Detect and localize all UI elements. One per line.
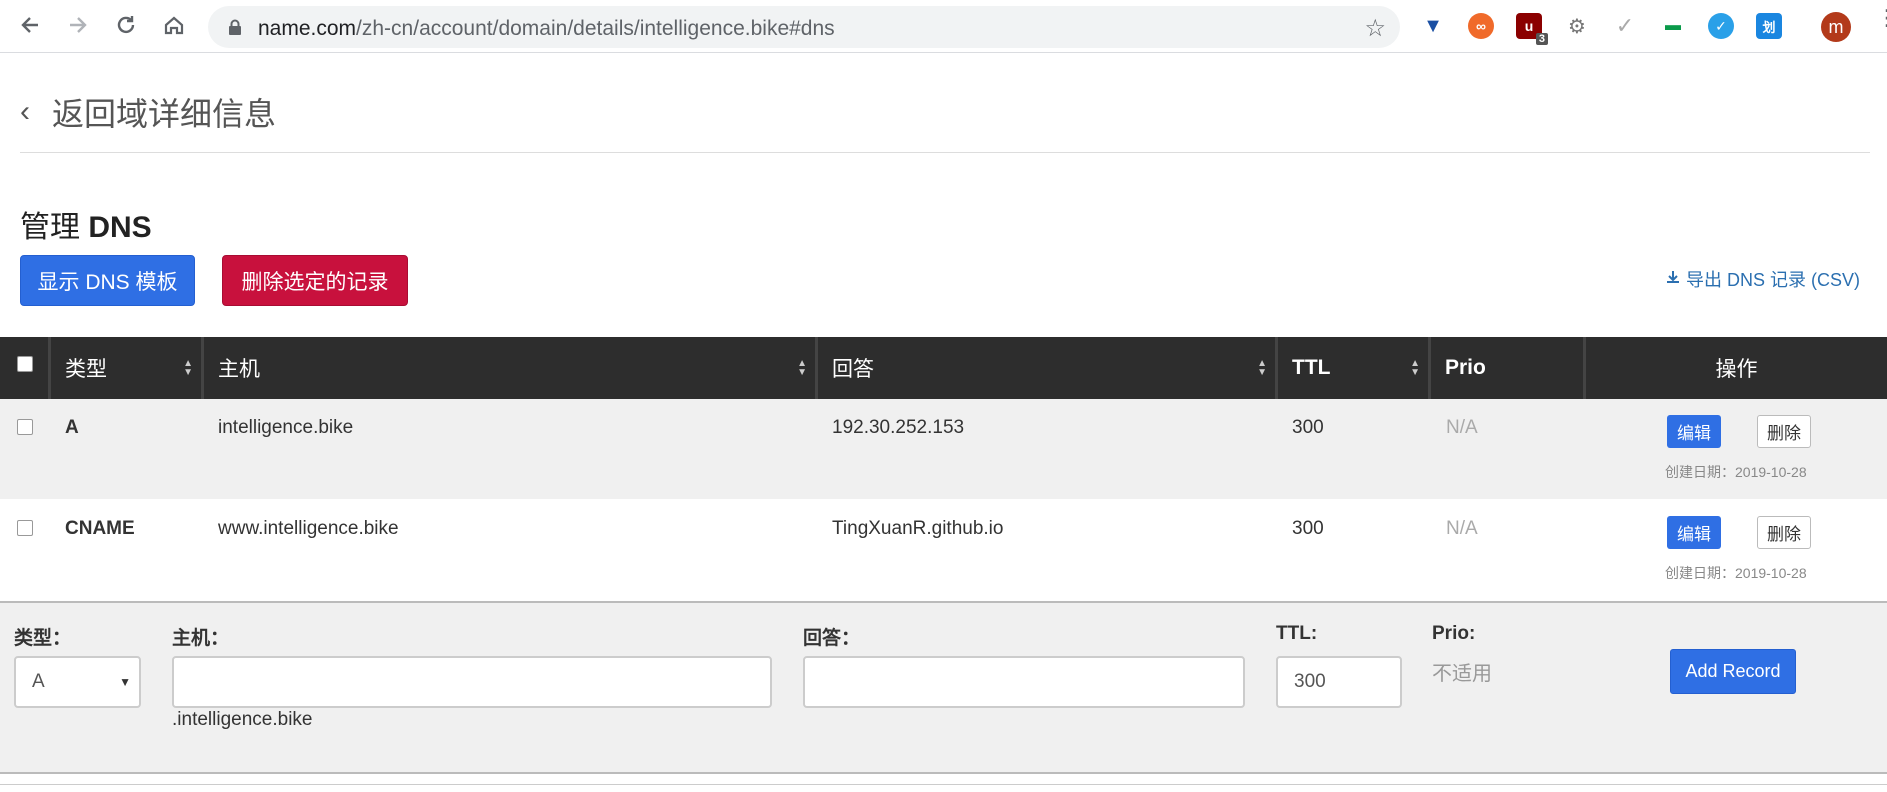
browser-toolbar: name.com/zh-cn/account/domain/details/in… bbox=[0, 0, 1887, 53]
host-label: 主机： bbox=[172, 628, 230, 649]
record-prio: N/A bbox=[1446, 518, 1478, 539]
type-select[interactable]: A ▼ bbox=[14, 656, 141, 708]
header-prio: Prio bbox=[1431, 337, 1586, 399]
sort-icon: ▲ ▼ bbox=[1257, 358, 1267, 378]
ttl-input[interactable]: 300 bbox=[1276, 656, 1402, 708]
back-arrow-icon[interactable] bbox=[15, 10, 45, 40]
page-title: 管理 DNS bbox=[20, 211, 152, 244]
header-host[interactable]: 主机 ▲ ▼ bbox=[204, 337, 818, 399]
record-ttl: 300 bbox=[1292, 518, 1324, 539]
record-type: CNAME bbox=[65, 518, 135, 539]
row-checkbox[interactable] bbox=[17, 419, 33, 435]
header-actions: 操作 bbox=[1715, 358, 1758, 381]
url-text: name.com/zh-cn/account/domain/details/in… bbox=[258, 17, 835, 40]
prio-label: Prio: bbox=[1432, 623, 1476, 644]
answer-label: 回答： bbox=[803, 628, 861, 649]
add-record-button[interactable]: Add Record bbox=[1670, 649, 1796, 694]
extension-link-icon[interactable]: ⚙ bbox=[1564, 13, 1590, 39]
record-answer: 192.30.252.153 bbox=[832, 417, 965, 438]
delete-button[interactable]: 删除 bbox=[1757, 516, 1811, 549]
bookmark-star-icon[interactable]: ☆ bbox=[1364, 14, 1386, 43]
table-row: CNAME www.intelligence.bike TingXuanR.gi… bbox=[0, 500, 1887, 600]
host-input[interactable] bbox=[172, 656, 772, 708]
browser-menu-icon[interactable]: ⋮ bbox=[1876, 7, 1887, 29]
select-all-cell bbox=[0, 337, 51, 399]
created-date: 创建日期：2019-10-28 bbox=[1665, 565, 1807, 581]
back-label: 返回域详细信息 bbox=[52, 96, 277, 132]
forward-arrow-icon[interactable] bbox=[63, 10, 93, 40]
export-csv-link[interactable]: 导出 DNS 记录 (CSV) bbox=[1666, 266, 1860, 292]
ublock-icon[interactable]: u 3 bbox=[1516, 13, 1548, 45]
dns-table-header: 类型 ▲ ▼ 主机 ▲ ▼ 回答 ▲ ▼ TTL ▲ ▼ Prio 操作 bbox=[0, 337, 1887, 399]
record-ttl: 300 bbox=[1292, 417, 1324, 438]
reload-icon[interactable] bbox=[111, 10, 141, 40]
extension-translate-icon[interactable]: 划 bbox=[1756, 13, 1782, 39]
host-suffix: .intelligence.bike bbox=[172, 709, 313, 730]
ublock-badge: 3 bbox=[1535, 33, 1548, 45]
table-row: A intelligence.bike 192.30.252.153 300 N… bbox=[0, 399, 1887, 499]
edit-button[interactable]: 编辑 bbox=[1667, 415, 1721, 448]
profile-avatar[interactable]: m bbox=[1821, 12, 1851, 42]
chevron-left-icon: ‹ bbox=[20, 95, 30, 128]
sort-icon: ▲ ▼ bbox=[797, 358, 807, 378]
extension-green-icon[interactable]: ▬ bbox=[1660, 13, 1686, 39]
record-host: www.intelligence.bike bbox=[218, 518, 399, 539]
extension-blue-circle-icon[interactable]: ✓ bbox=[1708, 13, 1734, 39]
sort-icon: ▲ ▼ bbox=[1410, 358, 1420, 378]
home-icon[interactable] bbox=[159, 10, 189, 40]
extension-infinity-icon[interactable]: ∞ bbox=[1468, 13, 1494, 39]
download-icon bbox=[1666, 270, 1680, 289]
answer-input[interactable] bbox=[803, 656, 1245, 708]
extension-v-icon[interactable]: ▼ bbox=[1420, 13, 1446, 39]
sort-icon: ▲ ▼ bbox=[183, 358, 193, 378]
edit-button[interactable]: 编辑 bbox=[1667, 516, 1721, 549]
back-to-domain-link[interactable]: ‹ 返回域详细信息 bbox=[20, 90, 276, 134]
lock-icon bbox=[228, 19, 242, 35]
prio-not-applicable: 不适用 bbox=[1432, 663, 1492, 685]
row-checkbox[interactable] bbox=[17, 520, 33, 536]
extension-check-icon[interactable]: ✓ bbox=[1612, 13, 1638, 39]
show-dns-templates-button[interactable]: 显示 DNS 模板 bbox=[20, 255, 195, 306]
record-host: intelligence.bike bbox=[218, 417, 354, 438]
header-type[interactable]: 类型 ▲ ▼ bbox=[51, 337, 204, 399]
divider bbox=[20, 152, 1870, 153]
type-label: 类型： bbox=[14, 628, 72, 649]
delete-button[interactable]: 删除 bbox=[1757, 415, 1811, 448]
record-prio: N/A bbox=[1446, 417, 1478, 438]
header-answer[interactable]: 回答 ▲ ▼ bbox=[818, 337, 1278, 399]
divider bbox=[0, 784, 1887, 785]
dropdown-arrow-icon: ▼ bbox=[119, 675, 131, 689]
select-all-checkbox[interactable] bbox=[17, 356, 33, 372]
header-ttl[interactable]: TTL ▲ ▼ bbox=[1278, 337, 1431, 399]
add-record-form: 类型： A ▼ 主机： .intelligence.bike 回答： TTL: … bbox=[0, 601, 1887, 774]
ttl-label: TTL: bbox=[1276, 623, 1318, 644]
record-type: A bbox=[65, 417, 79, 438]
address-bar[interactable]: name.com/zh-cn/account/domain/details/in… bbox=[208, 6, 1400, 48]
delete-selected-button[interactable]: 删除选定的记录 bbox=[222, 255, 408, 306]
created-date: 创建日期：2019-10-28 bbox=[1665, 464, 1807, 480]
record-answer: TingXuanR.github.io bbox=[832, 518, 1004, 539]
